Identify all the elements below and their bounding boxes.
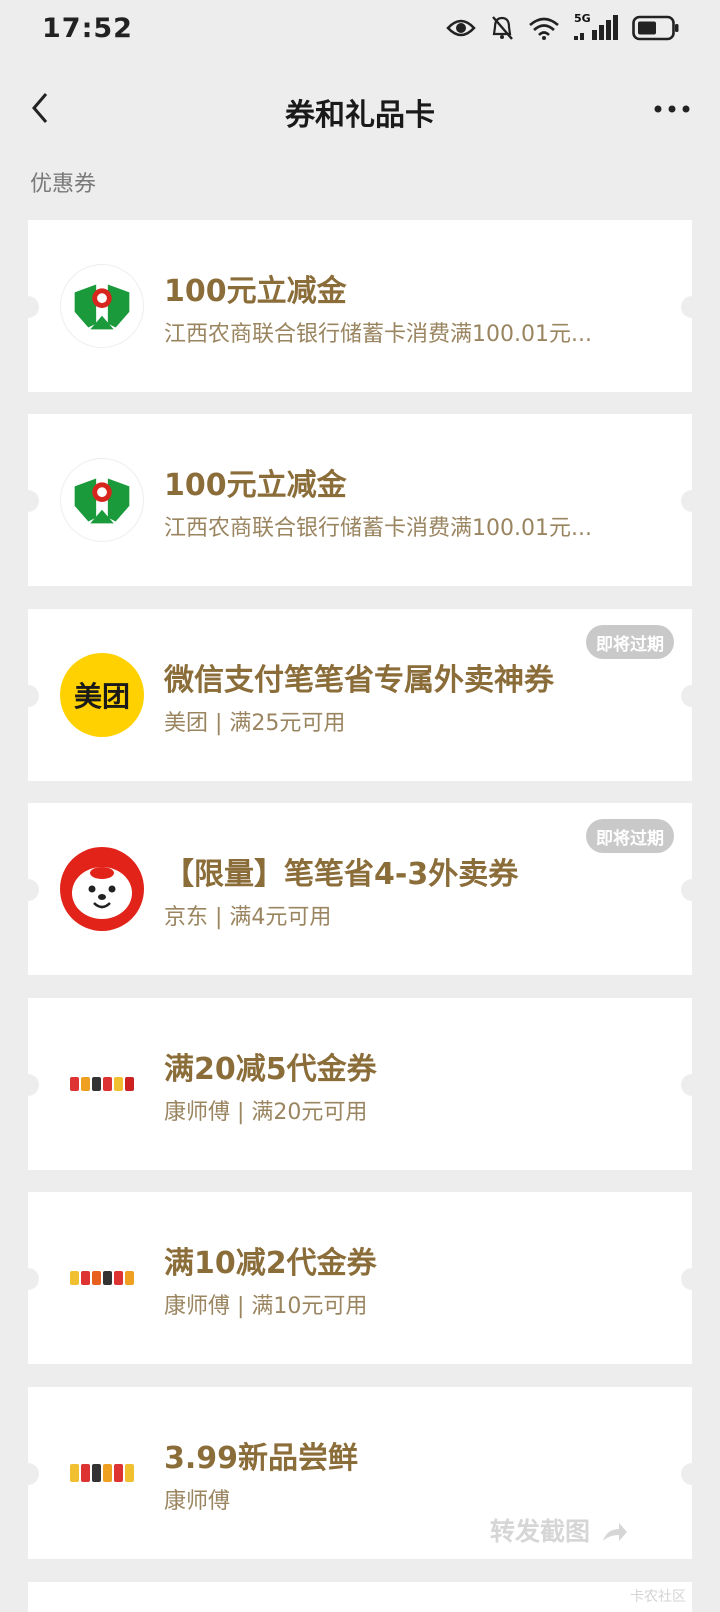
coupon-desc: 康师傅 | 满10元可用 <box>164 1294 368 1319</box>
share-screenshot-watermark: 转发截图 <box>490 1512 629 1548</box>
coupon-card[interactable]: 满20减5代金券 康师傅 | 满20元可用 <box>17 998 703 1170</box>
status-bar: 17:52 5G <box>0 0 720 56</box>
eye-icon <box>446 19 476 37</box>
bank-logo-icon <box>60 264 144 348</box>
share-watermark-text: 转发截图 <box>490 1517 591 1546</box>
meituan-logo: 美团 <box>60 653 144 737</box>
coupon-desc: 江西农商联合银行储蓄卡消费满100.01元... <box>164 322 592 347</box>
status-icons: 5G <box>446 12 680 44</box>
coupon-title: 100元立减金 <box>164 468 347 503</box>
forum-watermark: 卡农社区 <box>630 1589 686 1605</box>
section-title: 优惠券 <box>30 172 97 197</box>
cell-signal: 5G <box>574 12 618 42</box>
noodle-products-icon <box>60 1431 144 1515</box>
coupon-card[interactable]: 即将过期 美团 微信支付笔笔省专属外卖神券 美团 | 满25元可用 <box>17 609 703 781</box>
signal-bars-icon <box>574 15 618 40</box>
coupon-title: 满20减5代金券 <box>164 1052 377 1087</box>
coupon-title: 满10减2代金券 <box>164 1246 377 1281</box>
coupon-card[interactable]: 即将过期 【限量】笔笔省4-3外卖券 京东 | 满4元可用 <box>17 803 703 975</box>
coupon-title: 3.99新品尝鲜 <box>164 1441 359 1476</box>
coupon-title: 【限量】笔笔省4-3外卖券 <box>164 857 519 892</box>
bank-logo-icon <box>60 458 144 542</box>
noodle-products-icon <box>60 1236 144 1320</box>
coupon-card[interactable]: 100元立减金 江西农商联合银行储蓄卡消费满100.01元... <box>17 414 703 586</box>
share-arrow-icon <box>602 1523 627 1541</box>
coupon-title: 100元立减金 <box>164 274 347 309</box>
nav-bar: 券和礼品卡 <box>0 70 720 146</box>
coupon-desc: 京东 | 满4元可用 <box>164 905 332 930</box>
more-dots-icon <box>654 105 690 113</box>
battery-icon <box>632 15 679 41</box>
noodle-products-icon <box>60 1042 144 1126</box>
mute-bell-icon <box>492 16 513 40</box>
coupon-desc: 康师傅 <box>164 1489 231 1514</box>
coupon-title: 微信支付笔笔省专属外卖神券 <box>164 663 554 698</box>
status-time: 17:52 <box>42 12 133 44</box>
wifi-icon <box>529 17 559 40</box>
coupon-desc: 美团 | 满25元可用 <box>164 711 346 736</box>
jd-mascot-icon <box>60 847 144 931</box>
expiring-badge: 即将过期 <box>586 625 674 659</box>
coupon-desc: 江西农商联合银行储蓄卡消费满100.01元... <box>164 516 592 541</box>
coupon-card[interactable]: 满10减2代金券 康师傅 | 满10元可用 <box>17 1192 703 1364</box>
page-title: 券和礼品卡 <box>285 98 435 133</box>
more-button[interactable] <box>652 94 692 124</box>
coupon-card-partial[interactable] <box>28 1582 692 1612</box>
expiring-badge: 即将过期 <box>586 819 674 853</box>
coupon-card[interactable]: 100元立减金 江西农商联合银行储蓄卡消费满100.01元... <box>17 220 703 392</box>
coupon-desc: 康师傅 | 满20元可用 <box>164 1100 368 1125</box>
